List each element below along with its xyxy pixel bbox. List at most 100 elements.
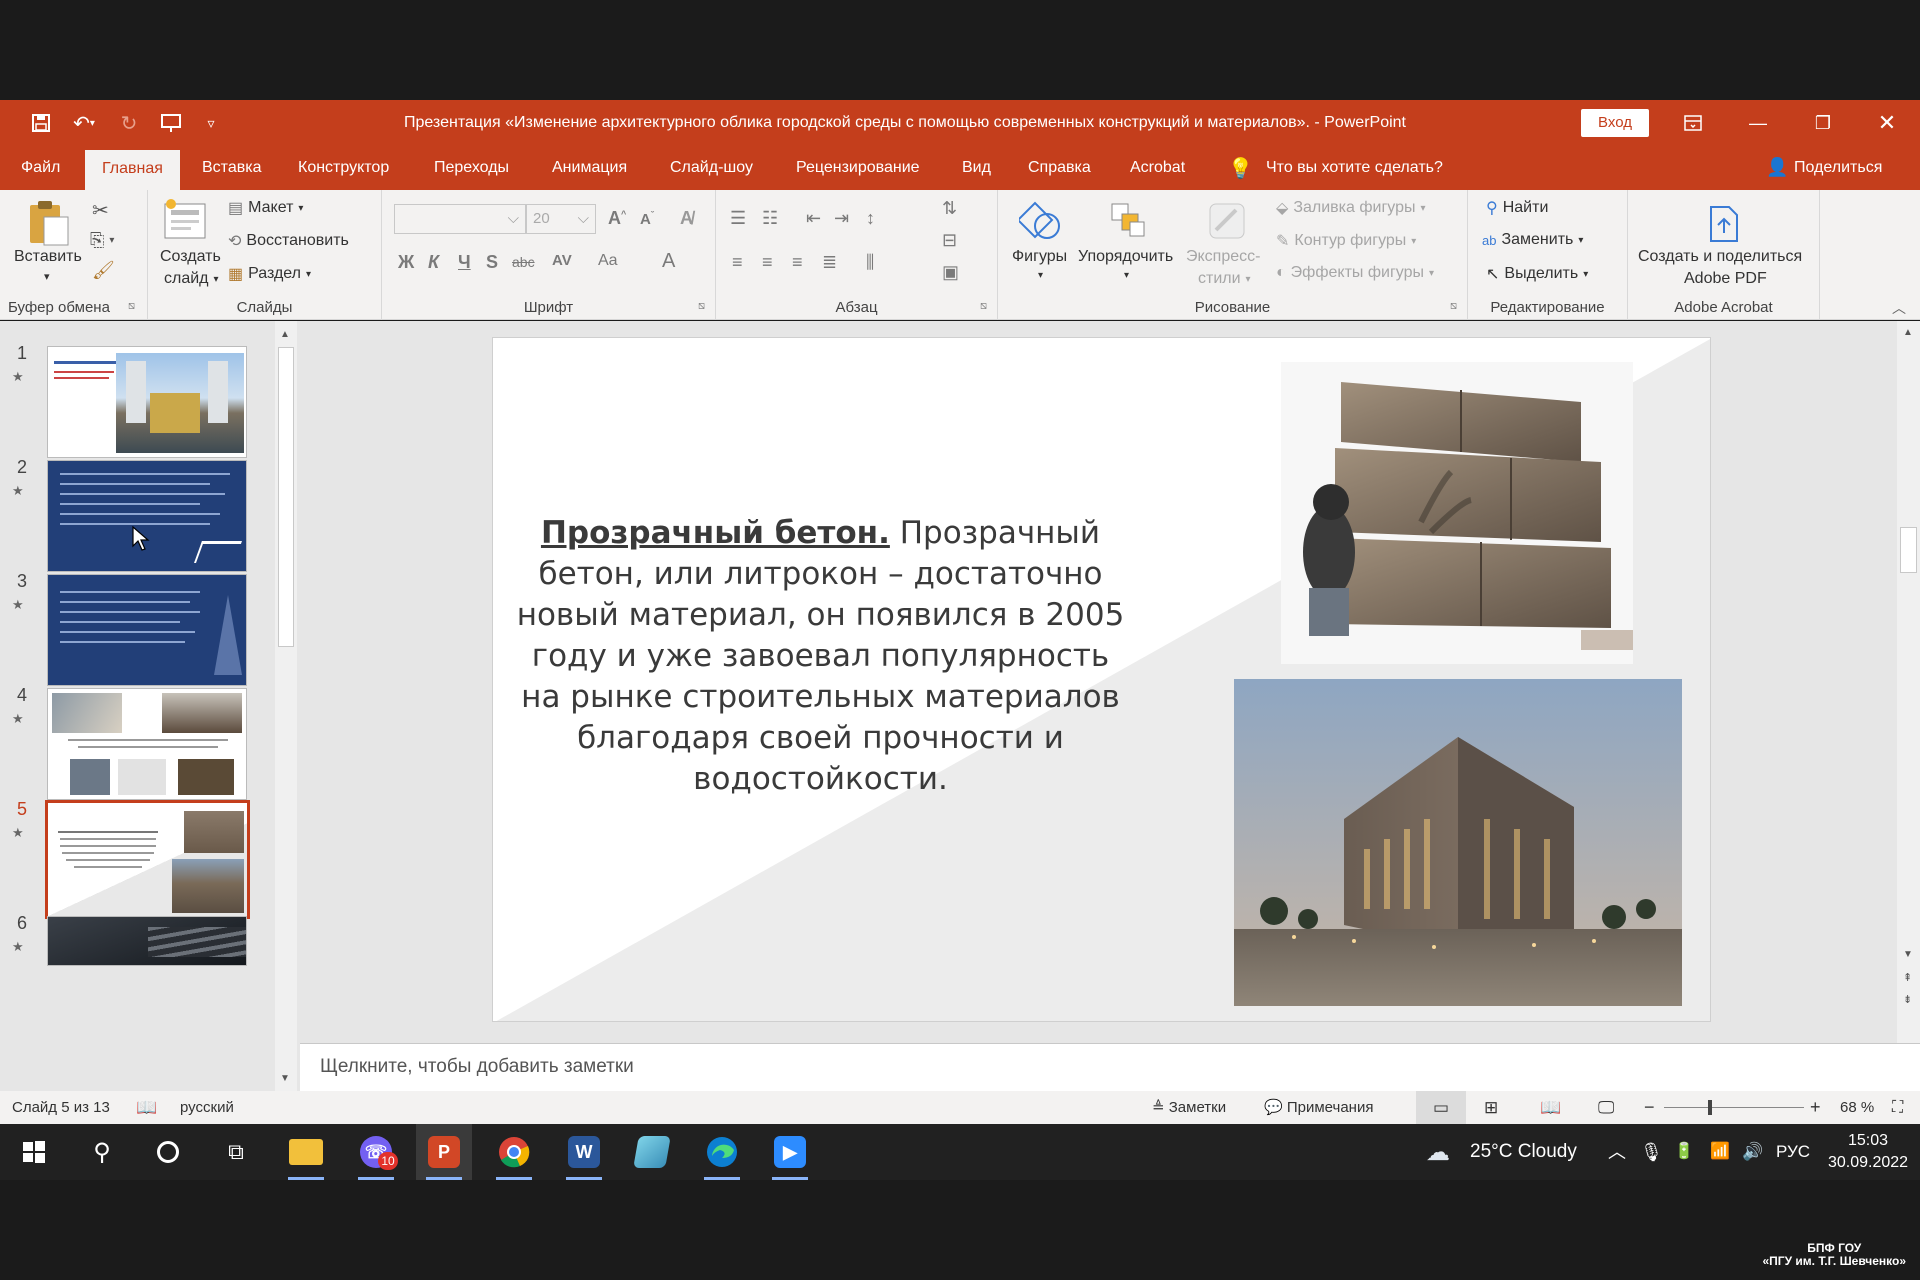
numbering-icon[interactable]: ☷ xyxy=(762,208,778,229)
collapse-ribbon-icon[interactable]: ︿ xyxy=(1892,298,1906,318)
slide-thumbnail-4[interactable] xyxy=(47,688,247,800)
paste-button[interactable]: Вставить xyxy=(14,248,82,266)
thumbnail-scrollbar[interactable]: ▲ ▼ xyxy=(275,321,297,1091)
clipboard-launcher-icon[interactable]: ⧅ xyxy=(128,300,135,313)
spellcheck-icon[interactable]: 📖 xyxy=(136,1091,157,1124)
shapes-icon[interactable] xyxy=(1018,196,1064,244)
quick-styles-icon[interactable] xyxy=(1204,198,1250,244)
show-hidden-icons-icon[interactable]: ︿ xyxy=(1608,1124,1626,1180)
shrink-font-icon[interactable]: Aˇ xyxy=(640,210,654,228)
chrome-icon[interactable] xyxy=(486,1124,542,1180)
drawing-launcher-icon[interactable]: ⧅ xyxy=(1450,300,1457,313)
tab-acrobat[interactable]: Acrobat xyxy=(1130,146,1185,190)
ribbon-display-icon[interactable] xyxy=(1666,100,1720,146)
decrease-indent-icon[interactable]: ⇤ xyxy=(806,208,821,229)
battery-icon[interactable]: 🔋 xyxy=(1674,1124,1694,1180)
create-pdf-button[interactable]: Создать и поделиться xyxy=(1638,248,1802,266)
font-launcher-icon[interactable]: ⧅ xyxy=(698,300,705,313)
powerpoint-icon[interactable]: P xyxy=(416,1124,472,1180)
task-view-icon[interactable]: ⧉ xyxy=(208,1124,264,1180)
reading-view-icon[interactable]: 📖 xyxy=(1540,1091,1561,1124)
bullets-icon[interactable]: ☰ xyxy=(730,208,746,229)
tab-help[interactable]: Справка xyxy=(1028,146,1091,190)
zoom-app-icon[interactable]: ▶ xyxy=(762,1124,818,1180)
undo-icon[interactable]: ↶ ▾ xyxy=(62,100,106,146)
language-indicator[interactable]: русский xyxy=(180,1091,234,1124)
font-size-combo[interactable]: 20 ⌵ xyxy=(526,204,596,234)
justify-icon[interactable]: ≣ xyxy=(822,252,837,273)
concrete-building-image[interactable] xyxy=(1234,679,1682,1006)
transparent-concrete-image[interactable] xyxy=(1281,362,1633,664)
grow-font-icon[interactable]: A^ xyxy=(608,208,626,229)
tab-file[interactable]: Файл xyxy=(21,146,60,190)
smartart-icon[interactable]: ▣ xyxy=(942,262,959,283)
replace-button[interactable]: ab Заменить ▾ xyxy=(1482,231,1583,249)
tab-insert[interactable]: Вставка xyxy=(202,146,261,190)
word-icon[interactable]: W xyxy=(556,1124,612,1180)
font-name-combo[interactable]: ⌵ xyxy=(394,204,526,234)
reset-button[interactable]: ⟲ Восстановить xyxy=(228,231,349,251)
increase-indent-icon[interactable]: ⇥ xyxy=(834,208,849,229)
slide-thumbnail-1[interactable] xyxy=(47,346,247,458)
new-slide-button-line2[interactable]: слайд ▾ xyxy=(164,270,219,288)
comments-toggle-button[interactable]: 💬 Примечания xyxy=(1264,1091,1373,1124)
layout-button[interactable]: ▤ Макет ▾ xyxy=(228,198,303,218)
viber-icon[interactable]: ☏ 10 xyxy=(348,1124,404,1180)
text-direction-icon[interactable]: ⇅ xyxy=(942,198,957,219)
scrollbar-thumb[interactable] xyxy=(1900,527,1917,573)
restore-icon[interactable]: ❐ xyxy=(1796,100,1850,146)
paste-dropdown-icon[interactable]: ▾ xyxy=(44,270,50,283)
align-right-icon[interactable]: ≡ xyxy=(792,252,803,273)
scroll-down-icon[interactable]: ▼ xyxy=(280,1073,290,1084)
clear-formatting-icon[interactable]: A̸ xyxy=(680,208,693,229)
notes-toggle-button[interactable]: ≜ Заметки xyxy=(1152,1091,1226,1124)
microphone-icon[interactable]: 🎙 xyxy=(1640,1124,1663,1180)
find-button[interactable]: ⚲ Найти xyxy=(1486,198,1548,218)
input-language[interactable]: РУС xyxy=(1776,1124,1810,1180)
font-color-button[interactable]: A xyxy=(662,250,675,273)
tab-view[interactable]: Вид xyxy=(962,146,991,190)
tab-slideshow[interactable]: Слайд-шоу xyxy=(670,146,753,190)
notepad-app-icon[interactable] xyxy=(624,1124,680,1180)
shape-effects-button[interactable]: ◐ Эффекты фигуры ▾ xyxy=(1276,264,1434,282)
slide-thumbnail-2[interactable] xyxy=(47,460,247,572)
paste-icon[interactable] xyxy=(20,198,76,248)
zoom-out-icon[interactable]: − xyxy=(1644,1091,1655,1124)
slide-sorter-icon[interactable]: ⊞ xyxy=(1484,1091,1498,1124)
dropdown-icon[interactable]: ▾ xyxy=(1038,270,1043,281)
slideshow-view-icon[interactable]: 🖵 xyxy=(1598,1091,1614,1124)
slide-thumbnail-3[interactable] xyxy=(47,574,247,686)
strikethrough-button[interactable]: abc xyxy=(512,254,535,270)
tab-home[interactable]: Главная xyxy=(85,150,180,190)
underline-button[interactable]: Ч xyxy=(458,252,471,273)
section-button[interactable]: ▦ Раздел ▾ xyxy=(228,264,311,284)
arrange-icon[interactable] xyxy=(1106,198,1150,242)
redo-icon[interactable]: ↻ xyxy=(112,100,146,146)
previous-slide-icon[interactable]: ⇞ xyxy=(1903,971,1912,984)
minimize-icon[interactable]: — xyxy=(1731,100,1785,146)
zoom-slider[interactable] xyxy=(1664,1091,1804,1124)
current-slide[interactable]: Прозрачный бетон. Прозрачный бетон, или … xyxy=(492,337,1711,1022)
select-button[interactable]: ↖ Выделить ▾ xyxy=(1486,264,1588,284)
new-slide-button[interactable]: Создать xyxy=(160,248,221,266)
shapes-button[interactable]: Фигуры xyxy=(1012,248,1067,266)
paragraph-launcher-icon[interactable]: ⧅ xyxy=(980,300,987,313)
tab-design[interactable]: Конструктор xyxy=(298,146,389,190)
scroll-up-icon[interactable]: ▲ xyxy=(1903,327,1913,338)
volume-icon[interactable]: 🔊 xyxy=(1742,1124,1763,1180)
change-case-button[interactable]: Aa xyxy=(598,252,618,270)
align-text-icon[interactable]: ⊟ xyxy=(942,230,957,251)
shape-outline-button[interactable]: ✎ Контур фигуры ▾ xyxy=(1276,231,1416,251)
italic-button[interactable]: К xyxy=(428,252,439,273)
notes-pane[interactable]: Щелкните, чтобы добавить заметки xyxy=(300,1043,1920,1091)
customize-toolbar-icon[interactable]: ▿ xyxy=(194,100,228,146)
sign-in-button[interactable]: Вход xyxy=(1581,109,1649,137)
slide-thumbnail-6[interactable] xyxy=(47,916,247,966)
columns-icon[interactable]: ⫼ xyxy=(866,252,874,273)
present-from-start-icon[interactable] xyxy=(154,100,188,146)
weather-text[interactable]: 25°C Cloudy xyxy=(1470,1124,1577,1180)
copy-icon[interactable]: ⎘ ▾ xyxy=(90,230,114,251)
bold-button[interactable]: Ж xyxy=(398,252,414,273)
file-explorer-icon[interactable] xyxy=(278,1124,334,1180)
zoom-level[interactable]: 68 % xyxy=(1840,1091,1874,1124)
